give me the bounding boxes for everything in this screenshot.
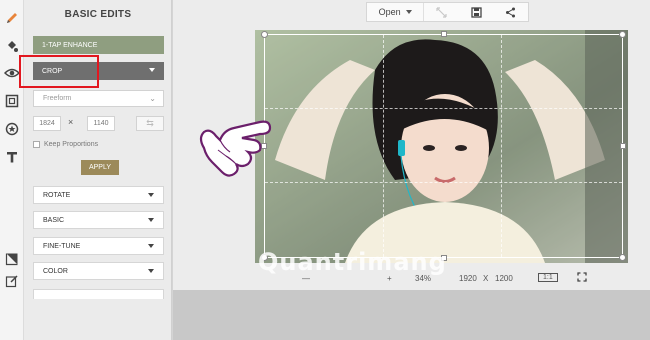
keep-proportions-checkbox[interactable]: Keep Proportions bbox=[33, 141, 98, 148]
zoom-in-icon[interactable]: + bbox=[387, 274, 392, 283]
save-button[interactable] bbox=[459, 3, 494, 21]
sticker-icon[interactable] bbox=[3, 120, 21, 138]
chevron-down-icon bbox=[148, 244, 154, 248]
frame-icon[interactable] bbox=[3, 92, 21, 110]
keep-proportions-label: Keep Proportions bbox=[44, 141, 99, 148]
panel-title: BASIC EDITS bbox=[64, 9, 132, 20]
grid-line bbox=[500, 35, 502, 257]
share-icon bbox=[506, 7, 516, 17]
pointing-hand-icon bbox=[190, 112, 276, 188]
share-button[interactable] bbox=[493, 3, 528, 21]
edit-icon[interactable] bbox=[3, 272, 21, 290]
apply-button[interactable]: APPLY bbox=[81, 160, 119, 175]
zoom-bar: — + 34% 1920 X 1200 1:1 bbox=[255, 266, 595, 290]
image-height: 1200 bbox=[495, 273, 513, 283]
text-icon[interactable] bbox=[3, 148, 21, 166]
rotate-section[interactable]: ROTATE bbox=[33, 186, 164, 204]
crop-highlight-box bbox=[19, 55, 99, 88]
crop-preset-select[interactable]: Freeform ⌄ bbox=[33, 90, 164, 107]
crop-frame[interactable] bbox=[261, 31, 626, 261]
crop-height-input[interactable]: 1140 bbox=[87, 116, 115, 131]
open-button[interactable]: Open bbox=[367, 3, 425, 21]
paint-bucket-icon[interactable] bbox=[3, 37, 21, 55]
resize-icon bbox=[436, 6, 447, 18]
workspace-footer-area bbox=[173, 290, 650, 340]
open-label: Open bbox=[378, 7, 401, 17]
section-label: ROTATE bbox=[43, 191, 71, 199]
times-symbol: × bbox=[68, 117, 74, 127]
grid-line bbox=[382, 35, 384, 257]
chevron-down-icon: ⌄ bbox=[149, 94, 156, 103]
zoom-out-icon[interactable]: — bbox=[302, 274, 310, 283]
pencil-icon[interactable] bbox=[3, 9, 21, 27]
chevron-down-icon bbox=[149, 68, 155, 72]
top-toolbar: Open bbox=[366, 2, 529, 22]
tool-rail bbox=[0, 0, 24, 340]
chevron-down-icon bbox=[405, 10, 412, 14]
color-section[interactable]: COLOR bbox=[33, 262, 164, 280]
crop-handle-top-right[interactable] bbox=[619, 31, 626, 38]
ratio-button[interactable]: 1:1 bbox=[538, 273, 558, 282]
fine-tune-section[interactable]: FINE-TUNE bbox=[33, 237, 164, 255]
crop-handle-top[interactable] bbox=[441, 31, 447, 37]
chevron-down-icon bbox=[148, 218, 154, 222]
next-section[interactable] bbox=[33, 289, 164, 299]
save-icon bbox=[470, 6, 482, 18]
swap-dimensions-button[interactable]: ⇆ bbox=[136, 116, 164, 131]
swap-icon: ⇆ bbox=[146, 118, 154, 128]
zoom-percent: 34% bbox=[415, 273, 432, 283]
section-label: COLOR bbox=[43, 267, 68, 275]
fullscreen-icon[interactable] bbox=[577, 272, 587, 284]
image-width: 1920 bbox=[459, 273, 477, 283]
crop-handle-bottom-right[interactable] bbox=[619, 254, 626, 261]
basic-section[interactable]: BASIC bbox=[33, 211, 164, 229]
crop-handle-top-left[interactable] bbox=[261, 31, 268, 38]
checkbox-box[interactable] bbox=[33, 141, 40, 148]
section-label: BASIC bbox=[43, 216, 65, 224]
crop-width-input[interactable]: 1824 bbox=[33, 116, 61, 131]
chevron-down-icon bbox=[148, 269, 154, 273]
crop-handle-right[interactable] bbox=[620, 143, 626, 149]
section-label: FINE-TUNE bbox=[43, 242, 81, 250]
chevron-down-icon bbox=[148, 193, 154, 197]
basic-edits-panel: BASIC EDITS 1-TAP ENHANCE CROP Freeform … bbox=[24, 0, 172, 340]
one-tap-enhance-button[interactable]: 1-TAP ENHANCE bbox=[33, 36, 164, 54]
times-x: X bbox=[483, 273, 489, 283]
resize-button[interactable] bbox=[424, 3, 459, 21]
grid-line bbox=[265, 108, 622, 110]
layers-icon[interactable] bbox=[3, 250, 21, 268]
crop-preset-value: Freeform bbox=[43, 95, 72, 102]
grid-line bbox=[265, 181, 622, 183]
